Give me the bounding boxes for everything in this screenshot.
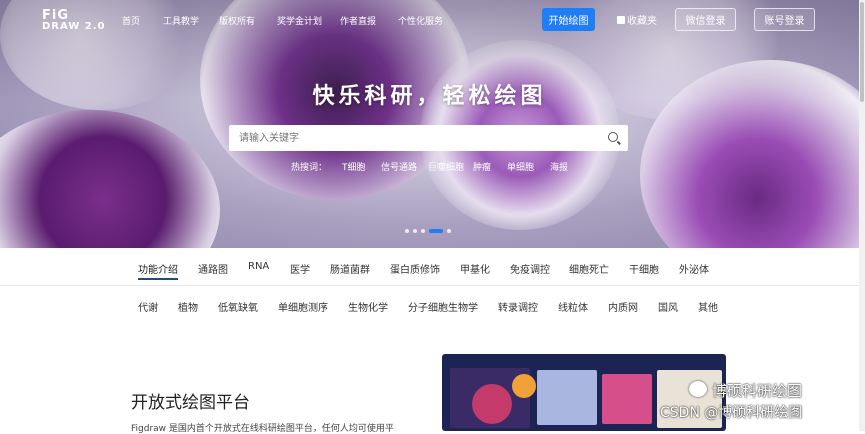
hot-word[interactable]: 巨噬细胞 (428, 160, 464, 173)
preview-panel (602, 374, 652, 424)
section-description: Figdraw 是国内首个开放式在线科研绘图平台，任何人均可使用平 (131, 424, 394, 434)
tab-transcription[interactable]: 转录调控 (498, 299, 538, 314)
carousel-dot[interactable] (413, 229, 417, 233)
nav-custom-service[interactable]: 个性化服务 (398, 14, 443, 27)
site-logo[interactable]: FiG DRAW 2.0 (42, 8, 106, 32)
wechat-icon (689, 381, 707, 397)
tab-exosome[interactable]: 外泌体 (679, 261, 709, 276)
nav-author-report[interactable]: 作者直报 (340, 14, 376, 27)
carousel-indicators (405, 229, 451, 233)
tab-gut-flora[interactable]: 肠道菌群 (330, 261, 370, 276)
folder-icon (617, 15, 625, 24)
tab-plant[interactable]: 植物 (178, 299, 198, 314)
active-tab-underline (138, 278, 178, 280)
tab-rna[interactable]: RNA (248, 261, 269, 272)
category-tabs: 功能介绍 通路图 RNA 医学 肠道菌群 蛋白质修饰 甲基化 免疫调控 细胞死亡… (0, 261, 859, 285)
hero-title: 快乐科研，轻松绘图 (312, 84, 547, 109)
hero-shade (0, 0, 859, 248)
carousel-dot-active[interactable] (429, 229, 443, 233)
tab-hypoxia[interactable]: 低氧缺氧 (218, 299, 258, 314)
tab-intro[interactable]: 功能介绍 (138, 261, 178, 276)
preview-panel (472, 384, 512, 424)
tab-protein-modification[interactable]: 蛋白质修饰 (390, 261, 440, 276)
tab-er[interactable]: 内质网 (608, 299, 638, 314)
logo-line2: DRAW 2.0 (42, 21, 106, 32)
preview-panel (512, 374, 536, 398)
carousel-dot[interactable] (421, 229, 425, 233)
section-title: 开放式绘图平台 (131, 393, 250, 413)
tab-mitochondria[interactable]: 线粒体 (558, 299, 588, 314)
logo-line1: FiG (42, 8, 70, 23)
nav-home[interactable]: 首页 (122, 14, 140, 27)
search-icon[interactable] (608, 132, 618, 142)
tab-other[interactable]: 其他 (698, 299, 718, 314)
watermark-line2: CSDN @博硕科研绘图 (660, 405, 803, 421)
tab-medicine[interactable]: 医学 (290, 261, 310, 276)
scrollbar-thumb[interactable] (860, 2, 864, 102)
tab-cell-death[interactable]: 细胞死亡 (569, 261, 609, 276)
account-login-button[interactable]: 账号登录 (754, 8, 815, 31)
nav-copyright[interactable]: 版权所有 (219, 14, 255, 27)
preview-panel (537, 370, 597, 425)
hot-search-label: 热搜词： (291, 163, 328, 173)
search-bar (229, 125, 628, 151)
tab-molecular-biology[interactable]: 分子细胞生物学 (408, 299, 478, 314)
hot-word[interactable]: 单细胞 (507, 160, 534, 173)
start-drawing-button[interactable]: 开始绘图 (542, 8, 595, 31)
tab-biochemistry[interactable]: 生物化学 (348, 299, 388, 314)
search-input[interactable] (237, 125, 601, 151)
hot-word[interactable]: 海报 (550, 160, 568, 173)
carousel-dot[interactable] (405, 229, 409, 233)
divider (0, 285, 859, 286)
tab-single-cell[interactable]: 单细胞测序 (278, 299, 328, 314)
favorites-label: 收藏夹 (627, 16, 657, 27)
tab-chinese-style[interactable]: 国风 (658, 299, 678, 314)
watermark-line1: 博硕科研绘图 (712, 382, 803, 400)
tab-metabolism[interactable]: 代谢 (138, 299, 158, 314)
nav-scholarship[interactable]: 奖学金计划 (277, 14, 322, 27)
wechat-login-button[interactable]: 微信登录 (675, 8, 736, 31)
hot-word[interactable]: 肿瘤 (473, 160, 491, 173)
tab-methylation[interactable]: 甲基化 (460, 261, 490, 276)
hot-word[interactable]: 信号通路 (381, 160, 417, 173)
carousel-dot[interactable] (447, 229, 451, 233)
hot-word[interactable]: T细胞 (342, 160, 366, 173)
nav-tutorials[interactable]: 工具教学 (163, 14, 199, 27)
hero-banner (0, 0, 859, 248)
tab-immune[interactable]: 免疫调控 (510, 261, 550, 276)
tab-stem-cell[interactable]: 干细胞 (629, 261, 659, 276)
tab-pathway[interactable]: 通路图 (198, 261, 228, 276)
favorites-button[interactable]: 收藏夹 (612, 8, 662, 31)
category-tabs-secondary: 代谢 植物 低氧缺氧 单细胞测序 生物化学 分子细胞生物学 转录调控 线粒体 内… (0, 299, 859, 319)
